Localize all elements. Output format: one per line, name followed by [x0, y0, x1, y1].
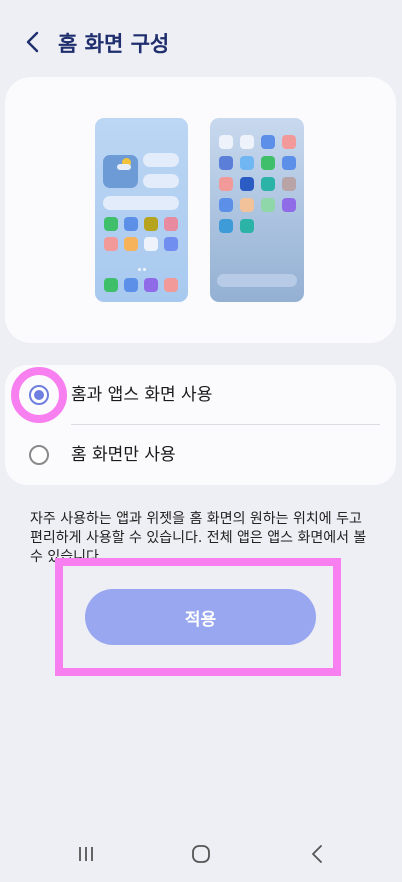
apply-button[interactable]: 적용	[85, 589, 316, 645]
option-label: 홈과 앱스 화면 사용	[71, 385, 213, 405]
navigation-bar	[0, 832, 402, 882]
option-home-only[interactable]: 홈 화면만 사용	[5, 425, 396, 485]
app-icon	[240, 219, 254, 233]
app-icon	[261, 156, 275, 170]
app-icon	[219, 219, 233, 233]
app-icon	[282, 156, 296, 170]
page-indicator	[138, 268, 141, 271]
app-icon	[282, 198, 296, 212]
app-icon	[282, 135, 296, 149]
app-icon	[219, 135, 233, 149]
app-icon	[104, 237, 118, 251]
app-icon	[261, 135, 275, 149]
layout-preview-card	[5, 77, 396, 343]
app-icon	[124, 217, 138, 231]
back-button[interactable]	[18, 30, 46, 58]
app-icon	[144, 278, 158, 292]
radio-home-only[interactable]	[29, 445, 49, 465]
weather-widget	[103, 155, 138, 188]
app-icon	[164, 237, 178, 251]
app-icon	[124, 278, 138, 292]
options-card: 홈과 앱스 화면 사용 홈 화면만 사용	[5, 365, 396, 485]
widget-bar	[143, 153, 179, 167]
selection-highlight	[11, 367, 67, 423]
home-screen-preview	[95, 118, 188, 302]
back-nav-button[interactable]	[303, 844, 331, 868]
app-icon	[240, 135, 254, 149]
option-label: 홈 화면만 사용	[71, 445, 176, 465]
search-bar-widget	[103, 196, 179, 210]
app-icon	[261, 198, 275, 212]
back-icon	[310, 844, 324, 868]
app-icon	[219, 177, 233, 191]
app-icon	[164, 217, 178, 231]
recent-apps-button[interactable]	[72, 844, 100, 868]
recent-apps-icon	[76, 845, 96, 867]
app-icon	[144, 237, 158, 251]
cloud-icon	[117, 164, 131, 170]
chevron-left-icon	[25, 31, 39, 57]
widget-bar	[143, 174, 179, 188]
app-icon	[282, 177, 296, 191]
app-icon	[261, 177, 275, 191]
apps-screen-preview	[210, 118, 304, 302]
app-icon	[104, 278, 118, 292]
page-indicator	[143, 268, 146, 271]
app-icon	[219, 198, 233, 212]
apps-search-bar	[217, 274, 297, 287]
app-icon	[124, 237, 138, 251]
page-title: 홈 화면 구성	[58, 32, 170, 56]
app-icon	[144, 217, 158, 231]
app-icon	[164, 278, 178, 292]
home-icon	[191, 844, 211, 868]
app-icon	[219, 156, 233, 170]
app-icon	[240, 198, 254, 212]
app-icon	[240, 156, 254, 170]
app-icon	[104, 217, 118, 231]
home-button[interactable]	[187, 844, 215, 868]
header: 홈 화면 구성	[0, 26, 402, 62]
option-home-and-apps[interactable]: 홈과 앱스 화면 사용	[5, 365, 396, 425]
app-icon	[240, 177, 254, 191]
